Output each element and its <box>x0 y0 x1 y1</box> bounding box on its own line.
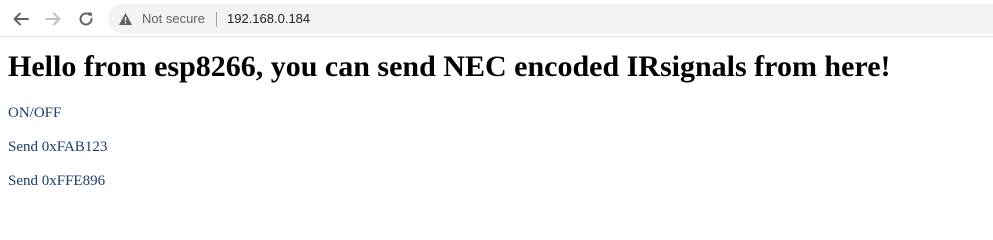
address-bar[interactable]: Not secure 192.168.0.184 <box>108 4 993 34</box>
url-text[interactable]: 192.168.0.184 <box>227 11 310 27</box>
send-ffe896-link[interactable]: Send 0xFFE896 <box>8 172 105 190</box>
page-heading: Hello from esp8266, you can send NEC enc… <box>8 50 891 83</box>
arrow-left-icon <box>13 12 29 26</box>
browser-toolbar: Not secure 192.168.0.184 <box>0 0 993 37</box>
back-button[interactable] <box>10 8 32 30</box>
reload-icon <box>79 12 93 26</box>
send-fab123-link[interactable]: Send 0xFAB123 <box>8 138 107 156</box>
on-off-link[interactable]: ON/OFF <box>8 104 61 122</box>
reload-button[interactable] <box>75 8 97 30</box>
warning-icon <box>119 13 132 25</box>
omnibox-divider <box>216 12 217 27</box>
arrow-right-icon <box>45 12 61 26</box>
security-label[interactable]: Not secure <box>142 11 205 27</box>
forward-button[interactable] <box>42 8 64 30</box>
